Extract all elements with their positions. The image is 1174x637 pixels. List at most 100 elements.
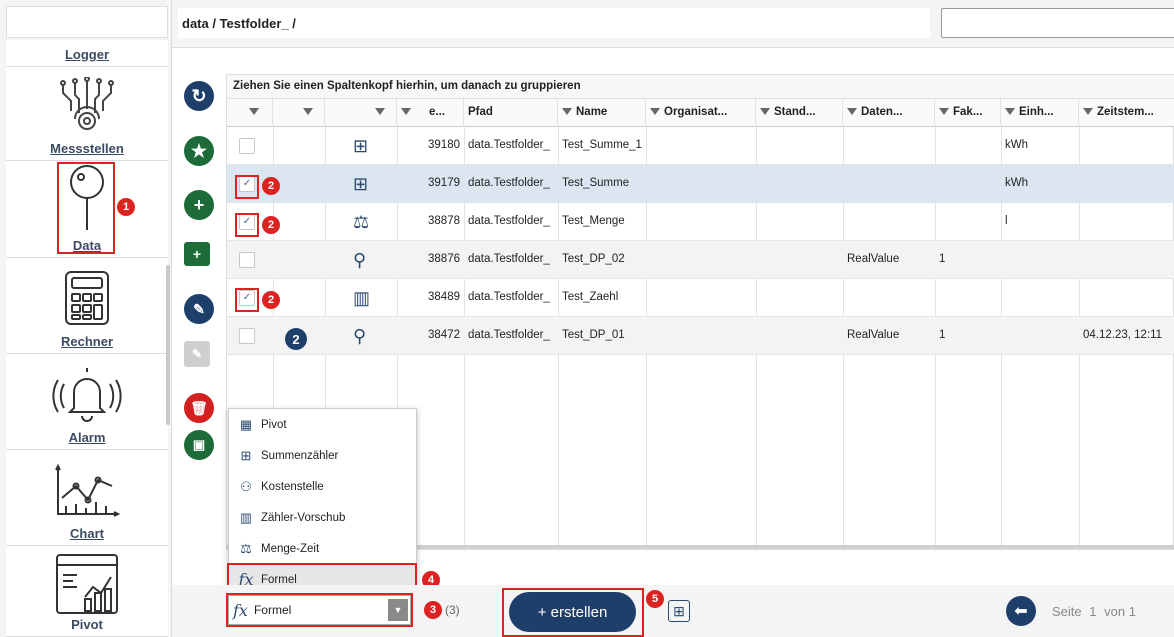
- cell-einh: [1001, 241, 1079, 279]
- edit-folder-button[interactable]: ✎: [184, 341, 210, 367]
- column-header-label: Daten...: [861, 106, 903, 118]
- menu-item-summenzaehler[interactable]: ⊞ Summenzähler: [229, 440, 416, 471]
- column-header-label: Name: [576, 106, 608, 118]
- column-header-pfad[interactable]: Pfad: [464, 99, 558, 127]
- column-header-label: Einh...: [1019, 106, 1054, 118]
- save-icon: ▣: [192, 437, 206, 452]
- cell-daten: [843, 165, 935, 203]
- annotation-badge-2: 2: [262, 216, 280, 234]
- pivot-icon: [56, 554, 118, 614]
- previous-page-button[interactable]: ⬅: [1006, 596, 1036, 626]
- cell-pfad: data.Testfolder_: [468, 291, 550, 303]
- cell-name: Test_Summe: [562, 177, 630, 189]
- cell-daten: RealValue: [847, 329, 900, 341]
- pin-icon: ⚲: [353, 250, 367, 270]
- group-panel[interactable]: Ziehen Sie einen Spaltenkopf hierhin, um…: [227, 75, 1174, 99]
- annotation-badge-2: 2: [262, 291, 280, 309]
- zaehler-vorschub-icon: ▥: [353, 288, 371, 308]
- column-header-einheit[interactable]: Einh...: [1001, 99, 1079, 127]
- cell-einh: [1001, 317, 1079, 355]
- column-header-organisation[interactable]: Organisat...: [646, 99, 756, 127]
- column-header-name[interactable]: Name: [558, 99, 646, 127]
- cell-fak: 1: [939, 329, 946, 341]
- sidebar-item-label: Pivot: [71, 617, 103, 632]
- column-header-id[interactable]: e...: [397, 99, 464, 127]
- cell-name: Test_Menge: [562, 215, 625, 227]
- refresh-icon: ↻: [191, 85, 207, 106]
- table-row[interactable]: ✓ ⊞ 39179 data.Testfolder_ Test_Summe kWh: [227, 165, 1174, 203]
- cell-zeit: [1079, 203, 1174, 241]
- column-header-zeitstempel[interactable]: Zeitstem...: [1079, 99, 1174, 127]
- table-row[interactable]: ✓ ⚖ 38878 data.Testfolder_ Test_Menge l: [227, 203, 1174, 241]
- save-button[interactable]: ▣: [184, 430, 214, 460]
- sidebar-item-alarm[interactable]: Alarm: [6, 354, 168, 450]
- add-folder-button[interactable]: +: [184, 242, 210, 266]
- column-header-datentyp[interactable]: Daten...: [843, 99, 935, 127]
- favorite-button[interactable]: ★: [184, 136, 214, 166]
- refresh-button[interactable]: ↻: [184, 81, 214, 111]
- sidebar-item-logger[interactable]: Logger: [6, 40, 168, 67]
- filter-col-checkbox[interactable]: [227, 99, 273, 127]
- folder-plus-icon: +: [192, 246, 202, 262]
- menu-item-menge-zeit[interactable]: ⚖ Menge-Zeit: [229, 533, 416, 564]
- cell-daten: [843, 127, 935, 165]
- delete-button[interactable]: 🗑: [184, 393, 214, 423]
- breadcrumb: data / Testfolder_ /: [178, 8, 930, 38]
- cell-zeit: [1079, 279, 1174, 317]
- footer-bar: fx Formel ▼ 3 (3) + erstellen 5 ⊞ ⬅ Seit…: [172, 585, 1174, 637]
- cell-zeit: 04.12.23, 12:11: [1083, 329, 1163, 341]
- filter-col-type[interactable]: [325, 99, 397, 127]
- annotation-box-checkbox: [235, 288, 259, 312]
- annotation-badge-2: 2: [262, 177, 280, 195]
- summenzaehler-icon: ⊞: [240, 447, 252, 463]
- table-row[interactable]: ⊞ 39180 data.Testfolder_ Test_Summe_1 kWh: [227, 127, 1174, 165]
- summenzaehler-icon: ⊞: [353, 174, 369, 194]
- table-row[interactable]: ⚲ 38876 data.Testfolder_ Test_DP_02 RealValu…: [227, 241, 1174, 279]
- menu-item-kostenstelle[interactable]: ⚇ Kostenstelle: [229, 471, 416, 502]
- cell-daten: [843, 203, 935, 241]
- annotation-box-checkbox: [235, 175, 259, 199]
- sidebar-item-label: Logger: [64, 47, 110, 62]
- menu-item-label: Pivot: [261, 418, 287, 431]
- row-checkbox[interactable]: [239, 328, 255, 344]
- sidebar-item-rechner[interactable]: Rechner: [6, 258, 168, 354]
- filter-icon: [1005, 108, 1015, 116]
- column-header-standort[interactable]: Stand...: [756, 99, 843, 127]
- menu-item-pivot[interactable]: ▦ Pivot: [229, 409, 416, 440]
- cell-einh: [1001, 279, 1079, 317]
- sidebar-item-chart[interactable]: Chart: [6, 450, 168, 546]
- cell-fak: [935, 165, 1001, 203]
- pencil-icon: ✎: [193, 300, 205, 317]
- cell-einh: l: [1005, 215, 1008, 227]
- column-header-label: Fak...: [953, 106, 983, 118]
- search-input[interactable]: [941, 8, 1174, 38]
- star-icon: ★: [190, 140, 208, 161]
- cell-id: 38876: [428, 253, 460, 265]
- grid-header: e... Pfad Name Organisat... Stand... Dat…: [227, 99, 1174, 127]
- column-header-label: Pfad: [468, 106, 493, 118]
- row-checkbox[interactable]: [239, 252, 255, 268]
- table-row[interactable]: ⚲ 38472 data.Testfolder_ Test_DP_01 RealValu…: [227, 317, 1174, 355]
- cell-id: 38878: [428, 215, 460, 227]
- annotation-badge-3: 3: [424, 601, 442, 619]
- line-chart-icon: [55, 463, 121, 517]
- selection-count-badge: 2: [285, 328, 307, 350]
- add-button[interactable]: +: [184, 190, 214, 220]
- row-checkbox[interactable]: [239, 138, 255, 154]
- table-row[interactable]: ✓ ▥ 38489 data.Testfolder_ Test_Zaehl: [227, 279, 1174, 317]
- filter-icon: [1083, 108, 1093, 116]
- filter-icon: [249, 108, 259, 116]
- cell-pfad: data.Testfolder_: [468, 177, 550, 189]
- sidebar-item-pivot[interactable]: Pivot: [6, 546, 168, 637]
- cell-fak: 1: [939, 253, 946, 265]
- sidebar-item-messstellen[interactable]: Messstellen: [6, 67, 168, 161]
- sidebar-search[interactable]: [6, 6, 168, 38]
- menu-item-label: Zähler-Vorschub: [261, 511, 346, 524]
- edit-button[interactable]: ✎: [184, 294, 214, 324]
- sidebar-scrollbar[interactable]: [166, 265, 170, 425]
- cell-pfad: data.Testfolder_: [468, 253, 550, 265]
- column-header-label: Organisat...: [664, 106, 728, 118]
- menu-item-zaehler-vorschub[interactable]: ▥ Zähler-Vorschub: [229, 502, 416, 533]
- column-header-faktor[interactable]: Fak...: [935, 99, 1001, 127]
- filter-col-badge[interactable]: [273, 99, 325, 127]
